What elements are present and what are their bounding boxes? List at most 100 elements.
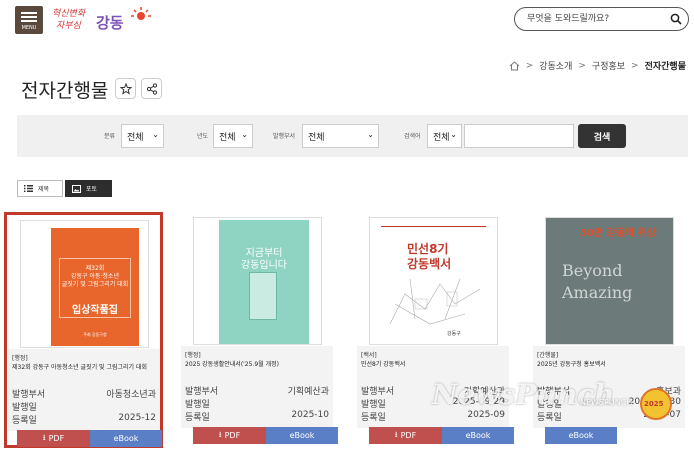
issued-label: 발행일 (361, 400, 386, 410)
cover-text: 강동구 아동·청소년 (71, 273, 119, 280)
cover-image[interactable]: 민선8기 강동백서 강동구 (369, 217, 498, 345)
cover-footer: 강동구 (447, 331, 461, 337)
year-label: 년도 (197, 133, 209, 140)
menu-button[interactable]: MENU (15, 6, 43, 34)
breadcrumb-current: 전자간행물 (644, 62, 686, 72)
breadcrumb-item[interactable]: 구정홍보 (592, 59, 625, 72)
breadcrumb-item[interactable]: 강동소개 (539, 59, 572, 72)
menu-label: MENU (21, 25, 37, 31)
publication-card[interactable]: 지금부터 강동입니다 [행정] 2025 강동생활안내서('25.9월 개정) … (180, 212, 339, 448)
dept-value: 아동청소년과 (106, 390, 156, 400)
dept-label: 발행부서 (361, 387, 395, 397)
search-icon[interactable] (670, 13, 682, 25)
download-icon: ⭳ (394, 429, 398, 439)
pdf-download-button[interactable]: ⭳ PDF (369, 427, 442, 444)
cover-title: 입상작품집 (72, 305, 118, 316)
sun-logo-icon (131, 7, 151, 20)
cover-text: 50만 강동의 위상 (580, 228, 657, 239)
photo-view-label: 포토 (86, 186, 98, 193)
ebook-button[interactable]: eBook (545, 427, 617, 444)
dept-label: 발행부서 (12, 390, 46, 400)
registered-label: 등록일 (361, 413, 386, 423)
site-logo[interactable]: 혁신변화 자부심 강동 (52, 6, 156, 36)
site-search (514, 7, 689, 31)
registered-value: 2025-12 (118, 413, 156, 423)
card-category: [행정] (12, 355, 28, 362)
cover-text: 제32회 (85, 265, 105, 272)
chevron-down-icon: ⌄ (152, 130, 159, 139)
dept-select[interactable]: 전체 ⌄ (302, 124, 379, 148)
card-title[interactable]: 2025 강동생활안내서('25.9월 개정) (185, 361, 330, 369)
share-icon (146, 82, 157, 95)
star-icon (119, 82, 132, 95)
category-value: 전체 (127, 133, 144, 143)
card-info: [행정] 제32회 강동구 아동청소년 글짓기 및 그림그리기 대회 발행부서 아… (8, 349, 160, 431)
ebook-button[interactable]: eBook (90, 430, 162, 447)
card-title[interactable]: 제32회 강동구 아동청소년 글짓기 및 그림그리기 대회 (12, 364, 157, 372)
publication-card[interactable]: 제32회 강동구 아동·청소년 글짓기 및 그림그리기 대회 입상작품집 주최 … (4, 212, 163, 448)
keyword-type-select[interactable]: 전체 ⌄ (427, 124, 462, 148)
cover-text: 강동입니다 (241, 260, 287, 271)
watermark-badge: 2025 (640, 388, 672, 420)
dept-label: 발행부서 (273, 133, 296, 140)
watermark-badge-text: 2025 (644, 400, 664, 408)
share-button[interactable] (141, 78, 162, 99)
search-input[interactable] (527, 11, 667, 27)
year-value: 전체 (219, 133, 236, 143)
category-select[interactable]: 전체 ⌄ (121, 124, 164, 148)
cover-image[interactable]: 50만 강동의 위상 Beyond Amazing (545, 217, 674, 345)
issued-label: 발행일 (12, 403, 37, 413)
chevron-down-icon: ⌄ (450, 130, 457, 139)
registered-value: 2025-09 (467, 410, 505, 420)
pdf-download-button[interactable]: ⭳ PDF (193, 427, 266, 444)
favorite-button[interactable] (115, 78, 136, 99)
download-icon: ⭳ (218, 429, 222, 439)
page-title: 전자간행물 (21, 80, 109, 102)
dept-value: 기획예산과 (287, 387, 329, 397)
search-button[interactable]: 검색 (578, 124, 626, 148)
issued-label: 발행일 (185, 400, 210, 410)
cover-text: 지금부터 (245, 248, 283, 259)
card-category: [간행물] (537, 352, 559, 359)
chevron-down-icon: ⌄ (367, 130, 374, 139)
ebook-button[interactable]: eBook (442, 427, 514, 444)
card-title[interactable]: 2025년 강동구청 홍보백서 (537, 361, 682, 369)
cover-illustration (389, 278, 481, 325)
filter-bar: 분류 전체 ⌄ 년도 전체 ⌄ 발행부서 전체 ⌄ 검색어 전체 ⌄ 검색 (17, 115, 688, 157)
cover-footer: 주최 강동구청 (83, 332, 107, 337)
keyword-label: 검색어 (404, 133, 421, 140)
registered-value: 2025-10 (291, 410, 329, 420)
card-category: [행정] (185, 352, 201, 359)
cover-text: 민선8기 (407, 242, 449, 256)
cover-text: Beyond (562, 261, 623, 280)
registered-label: 등록일 (537, 413, 562, 423)
image-icon (72, 184, 81, 193)
year-select[interactable]: 전체 ⌄ (213, 124, 253, 148)
list-icon (24, 185, 33, 192)
publication-card[interactable]: 민선8기 강동백서 강동구 [백서] 민선8기 강동백서 발행부서 기획예산과 발… (356, 212, 515, 448)
card-category: [백서] (361, 352, 377, 359)
logo-line2: 자부심 (56, 21, 81, 31)
download-icon: ⭳ (42, 432, 46, 442)
cover-image[interactable]: 지금부터 강동입니다 (193, 217, 322, 345)
list-view-button[interactable]: 제목 (17, 180, 63, 197)
photo-view-button[interactable]: 포토 (65, 180, 112, 197)
cover-image[interactable]: 제32회 강동구 아동·청소년 글짓기 및 그림그리기 대회 입상작품집 주최 … (20, 220, 149, 348)
home-icon[interactable] (509, 60, 520, 71)
cover-text: 강동백서 (407, 257, 452, 271)
registered-label: 등록일 (12, 416, 37, 426)
category-label: 분류 (104, 133, 116, 140)
ebook-button[interactable]: eBook (266, 427, 338, 444)
chevron-down-icon: ⌄ (241, 130, 248, 139)
pdf-label: PDF (48, 434, 65, 443)
dept-value: 전체 (308, 133, 325, 143)
watermark-small-text: NEWSPUNCH (580, 398, 633, 407)
keyword-type-value: 전체 (433, 133, 450, 143)
keyword-input[interactable] (464, 124, 574, 148)
card-title[interactable]: 민선8기 강동백서 (361, 361, 506, 369)
pdf-download-button[interactable]: ⭳ PDF (17, 430, 90, 447)
pdf-label: PDF (224, 431, 241, 440)
list-view-label: 제목 (38, 186, 50, 193)
registered-label: 등록일 (185, 413, 210, 423)
card-info: [행정] 2025 강동생활안내서('25.9월 개정) 발행부서 기획예산과 발… (181, 346, 333, 428)
